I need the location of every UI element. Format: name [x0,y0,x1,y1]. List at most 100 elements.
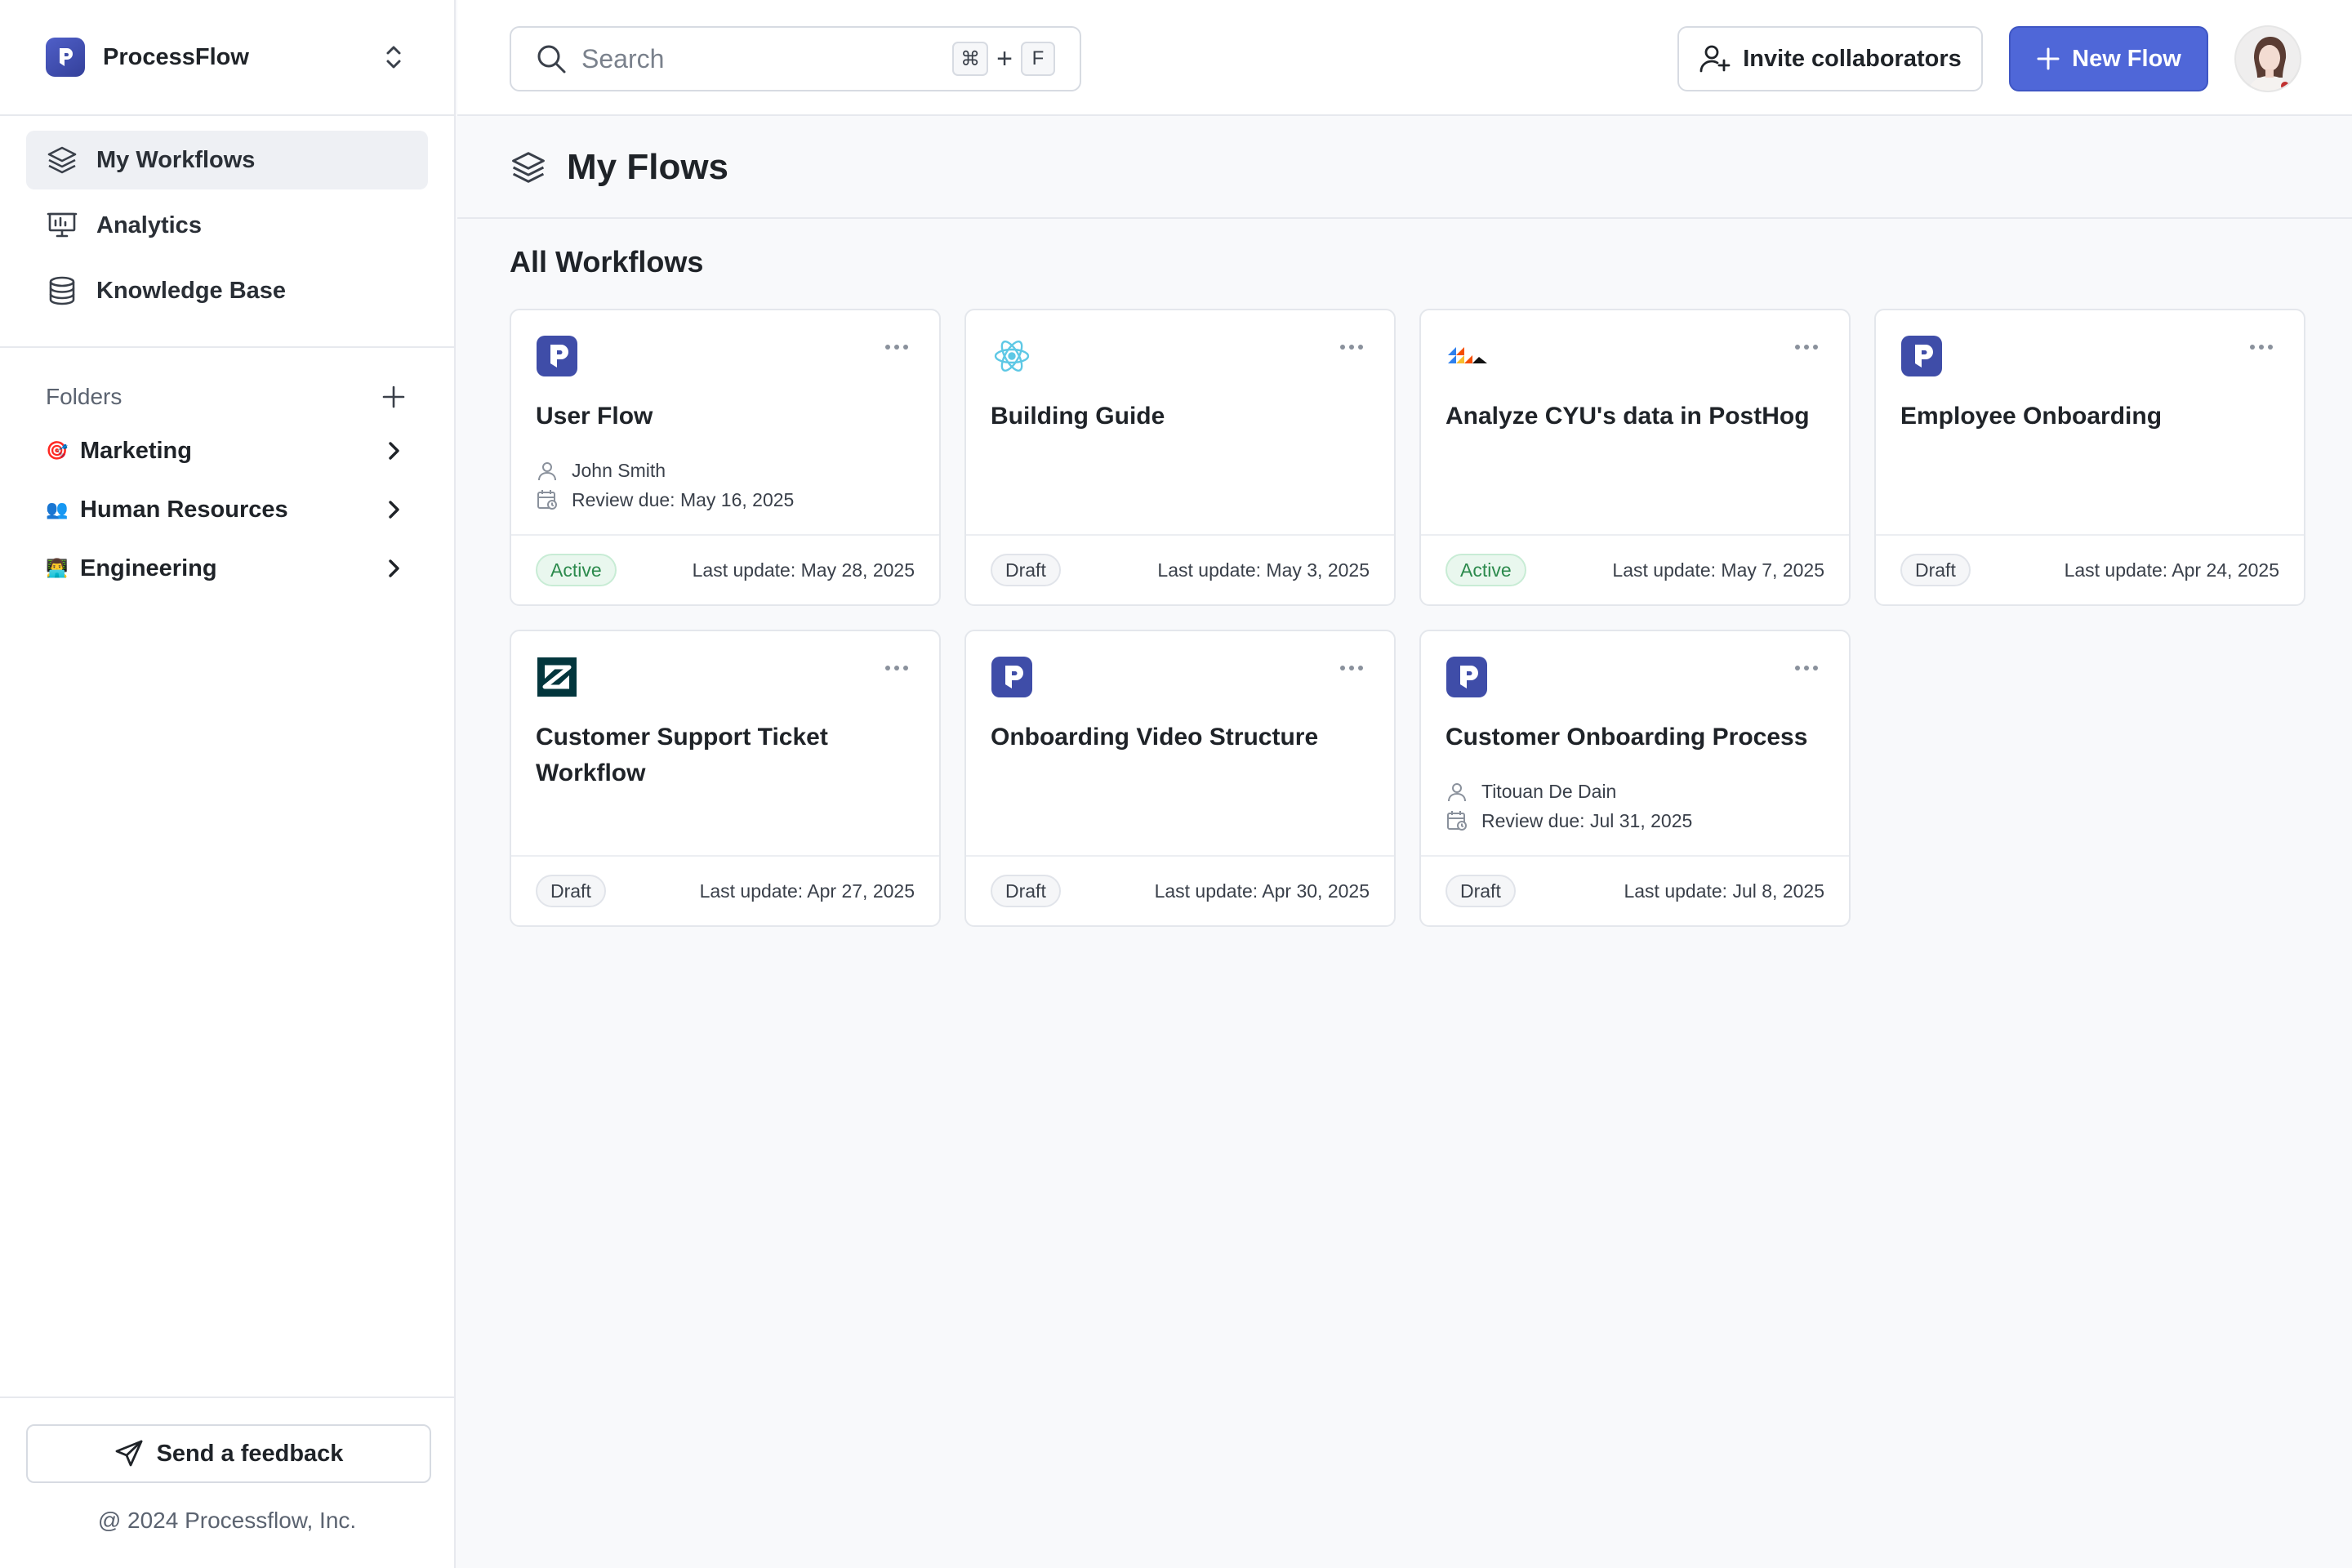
search-input[interactable] [581,43,924,74]
people-icon: 👥 [46,499,69,519]
more-options-icon[interactable] [879,656,915,680]
user-avatar[interactable] [2234,25,2301,92]
target-icon: 🎯 [46,440,69,461]
more-options-icon[interactable] [1788,335,1824,359]
shortcut-f-key: F [1021,42,1055,76]
workflow-title: Employee Onboarding [1900,403,2163,430]
send-feedback-button[interactable]: Send a feedback [26,1424,431,1483]
status-badge: Active [536,554,617,586]
more-options-icon[interactable] [2243,335,2279,359]
status-badge: Draft [536,875,606,907]
more-options-icon[interactable] [1334,656,1370,680]
folder-label: Marketing [80,437,192,464]
chevron-right-icon[interactable] [379,554,408,583]
more-options-icon[interactable] [879,335,915,359]
chevron-right-icon[interactable] [379,436,408,466]
nav-item-my-workflows[interactable]: My Workflows [26,131,428,189]
nav-item-analytics[interactable]: Analytics [26,196,428,255]
status-badge: Draft [1446,875,1516,907]
send-icon [114,1439,144,1468]
workflow-card[interactable]: Employee Onboarding Draft Last update: A… [1874,309,2305,606]
chevron-up-down-icon[interactable] [379,42,408,72]
status-badge: Draft [991,554,1061,586]
workflow-card-footer: Draft Last update: Apr 27, 2025 [511,855,939,925]
user-icon [536,459,559,482]
send-feedback-label: Send a feedback [156,1440,344,1467]
folder-item-engineering[interactable]: 👨‍💻 Engineering [26,539,428,598]
last-update: Last update: Apr 27, 2025 [699,880,915,902]
search-shortcut: ⌘ + F [952,42,1055,76]
workflow-card-footer: Active Last update: May 7, 2025 [1421,534,1849,604]
search-icon [536,43,567,74]
layers-icon [510,149,547,186]
user-plus-icon [1699,42,1731,75]
nav-item-knowledge-base[interactable]: Knowledge Base [26,261,428,320]
workflow-title: Customer Onboarding Process [1446,724,1808,751]
new-flow-label: New Flow [2072,45,2181,72]
chevron-right-icon[interactable] [379,495,408,524]
react-logo-icon [991,335,1033,377]
workflow-review-due: Review due: Jul 31, 2025 [1446,809,1692,832]
folders-header: Folders [26,372,428,421]
copyright-text: @ 2024 Processflow, Inc. [97,1508,357,1533]
workflow-title: User Flow [536,403,653,430]
workflow-card[interactable]: Customer Onboarding Process Titouan De D… [1419,630,1851,927]
workflow-assignee: Titouan De Dain [1446,780,1616,803]
main-nav: My Workflows Analytics Knowledge Base [0,116,454,348]
database-icon [46,274,78,307]
calendar-clock-icon [536,488,559,511]
folder-item-human-resources[interactable]: 👥 Human Resources [26,480,428,539]
workspace-switcher[interactable]: ProcessFlow [0,0,454,116]
workflow-card-footer: Draft Last update: Jul 8, 2025 [1421,855,1849,925]
processflow-logo-icon [991,656,1033,698]
assignee-name: Titouan De Dain [1481,780,1617,802]
topbar: ⌘ + F Invite collaborators New Flow [457,0,2352,116]
layers-icon [46,144,78,176]
workflow-review-due: Review due: May 16, 2025 [536,488,794,511]
new-flow-button[interactable]: New Flow [2009,26,2208,91]
plus-icon [2036,47,2060,71]
processflow-logo-icon [1446,656,1488,698]
more-options-icon[interactable] [1334,335,1370,359]
workflow-card-footer: Draft Last update: May 3, 2025 [966,534,1394,604]
folders-section: Folders 🎯 Marketing 👥 Human Resources 👨‍… [0,348,454,598]
calendar-clock-icon [1446,809,1468,832]
shortcut-command-key: ⌘ [952,42,989,76]
workflow-card[interactable]: Analyze CYU's data in PostHog Active Las… [1419,309,1851,606]
folder-label: Human Resources [80,496,288,523]
processflow-logo-icon [1900,335,1943,377]
last-update: Last update: Apr 24, 2025 [2064,559,2279,581]
page-header: My Flows [457,118,2352,219]
status-badge: Active [1446,554,1526,586]
workflow-assignee: John Smith [536,459,666,482]
add-folder-icon[interactable] [379,382,408,412]
workflow-title: Building Guide [991,403,1165,430]
nav-item-label: Knowledge Base [96,277,287,304]
app-name: ProcessFlow [103,43,249,70]
review-due-date: Review due: May 16, 2025 [572,488,795,510]
status-badge: Draft [991,875,1061,907]
sidebar-footer: Send a feedback @ 2024 Processflow, Inc. [0,1396,454,1568]
last-update: Last update: Jul 8, 2025 [1624,880,1824,902]
shortcut-plus: + [996,42,1013,74]
workflow-title: Customer Support Ticket Workflow [536,724,828,786]
invite-collaborators-label: Invite collaborators [1743,45,1962,72]
workflow-card[interactable]: Onboarding Video Structure Draft Last up… [964,630,1396,927]
last-update: Last update: May 28, 2025 [692,559,915,581]
invite-collaborators-button[interactable]: Invite collaborators [1677,26,1983,91]
workflow-card[interactable]: Building Guide Draft Last update: May 3,… [964,309,1396,606]
search-box[interactable]: ⌘ + F [510,26,1081,91]
workflow-card[interactable]: User Flow John Smith Review due: May 16,… [510,309,941,606]
folder-item-marketing[interactable]: 🎯 Marketing [26,421,428,480]
last-update: Last update: May 7, 2025 [1612,559,1824,581]
workflow-card[interactable]: Customer Support Ticket Workflow Draft L… [510,630,941,927]
processflow-logo-icon [46,38,85,77]
folder-label: Engineering [80,555,217,581]
workflow-card-footer: Draft Last update: Apr 24, 2025 [1876,534,2304,604]
more-options-icon[interactable] [1788,656,1824,680]
workflow-card-footer: Active Last update: May 28, 2025 [511,534,939,604]
assignee-name: John Smith [572,459,666,481]
section-title: All Workflows [510,245,704,278]
workflow-title: Onboarding Video Structure [991,724,1319,751]
zendesk-logo-icon [536,656,578,698]
